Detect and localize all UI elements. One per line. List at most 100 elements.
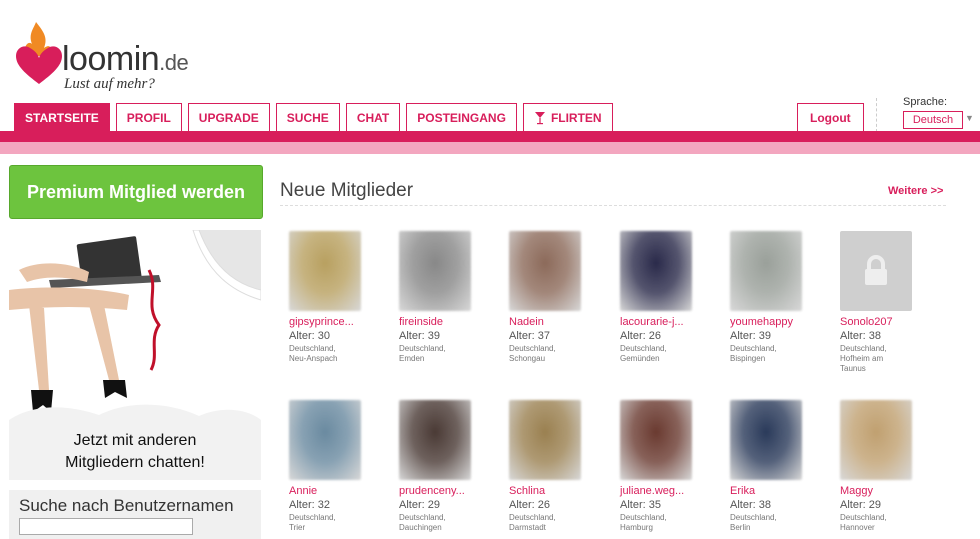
member-name[interactable]: Annie [289,485,394,497]
member-location-line: Deutschland, [509,344,556,353]
member-location-line: Deutschland, [730,344,777,353]
lock-icon [865,255,887,285]
member-name[interactable]: fireinside [399,316,504,328]
member-location-line: Trier [289,523,306,532]
promo-line-1: Jetzt mit anderen [73,432,197,449]
username-search-input[interactable] [19,518,193,535]
member-name[interactable]: prudenceny... [399,485,504,497]
member-location: Deutschland, Schongau [509,344,614,364]
member-location-line: Deutschland, [840,344,887,353]
member-location-line: Deutschland, [289,344,336,353]
member-name[interactable]: youmehappy [730,316,835,328]
member-location: Deutschland, Trier [289,513,394,533]
member-photo[interactable] [399,231,471,311]
member-photo[interactable] [399,400,471,480]
member-age: Alter: 39 [730,330,771,342]
member-photo[interactable] [730,231,802,311]
member-location-line: Neu-Anspach [289,354,338,363]
slogan: Lust auf mehr? [64,76,155,92]
promo-line-2: Mitgliedern chatten! [65,454,205,471]
search-title: Suche nach Benutzernamen [19,496,234,515]
member-location-line: Dauchingen [399,523,442,532]
member-location-line: Deutschland, [730,513,777,522]
main-nav: STARTSEITE PROFIL UPGRADE SUCHE CHAT POS… [14,103,613,131]
member-location-line: Deutschland, [399,344,446,353]
promo-text: Jetzt mit anderen Mitgliedern chatten! [9,430,261,474]
language-label: Sprache: [903,96,948,108]
tab-chat[interactable]: CHAT [345,103,401,131]
member-card[interactable]: Schlina Alter: 26 Deutschland, Darmstadt [509,400,614,533]
member-location-line: Deutschland, [840,513,887,522]
more-link[interactable]: Weitere >> [888,185,943,197]
member-location-line: Deutschland, [620,344,667,353]
member-location-line: Darmstadt [509,523,546,532]
tab-flirten-label: FLIRTEN [550,110,602,125]
member-location: Deutschland, Darmstadt [509,513,614,533]
member-name[interactable]: juliane.weg... [620,485,725,497]
tab-profil[interactable]: PROFIL [115,103,182,131]
flame-heart-icon [16,22,62,84]
tab-suche[interactable]: SUCHE [275,103,340,131]
member-location-line: Hannover [840,523,875,532]
tab-posteingang[interactable]: POSTEINGANG [406,103,517,131]
member-photo[interactable] [509,400,581,480]
member-card[interactable]: juliane.weg... Alter: 35 Deutschland, Hambu… [620,400,725,533]
member-age: Alter: 32 [289,499,330,511]
chat-promo-banner[interactable]: Jetzt mit anderen Mitgliedern chatten! [9,230,261,480]
username-search-box: Suche nach Benutzernamen [9,490,261,539]
member-photo[interactable] [289,231,361,311]
section-title: Neue Mitglieder [280,180,414,201]
member-location-line: Hofheim am [840,354,884,363]
member-location-line: Schongau [509,354,546,363]
member-photo[interactable] [730,400,802,480]
language-select[interactable]: Deutsch [903,111,963,129]
site-logo[interactable]: loomin.de Lust auf mehr? [14,18,214,96]
member-card[interactable]: lacourarie-j... Alter: 26 Deutschland, Gemü… [620,231,725,364]
member-location-line: Emden [399,354,425,363]
member-photo[interactable] [509,231,581,311]
member-location-line: Hamburg [620,523,653,532]
member-age: Alter: 29 [840,499,881,511]
member-name[interactable]: gipsyprince... [289,316,394,328]
member-age: Alter: 30 [289,330,330,342]
tab-upgrade[interactable]: UPGRADE [187,103,270,131]
member-location: Deutschland, Emden [399,344,504,364]
member-card[interactable]: Maggy Alter: 29 Deutschland, Hannover [840,400,945,533]
member-card[interactable]: Annie Alter: 32 Deutschland, Trier [289,400,394,533]
cocktail-icon [534,111,545,124]
member-name[interactable]: Sonolo207 [840,316,945,328]
member-photo[interactable] [840,400,912,480]
member-photo[interactable] [620,231,692,311]
section-divider [280,205,946,206]
member-age: Alter: 37 [509,330,550,342]
chevron-down-icon[interactable]: ▼ [965,113,974,123]
member-name[interactable]: Schlina [509,485,614,497]
member-card[interactable]: gipsyprince... Alter: 30 Deutschland, Neu-A… [289,231,394,364]
member-name[interactable]: Maggy [840,485,945,497]
member-name[interactable]: lacourarie-j... [620,316,725,328]
member-location-line: Deutschland, [289,513,336,522]
premium-button[interactable]: Premium Mitglied werden [9,165,263,219]
member-age: Alter: 26 [620,330,661,342]
brand-name: loomin.de [62,40,189,78]
member-age: Alter: 38 [730,499,771,511]
locked-photo[interactable] [840,231,912,311]
tab-startseite[interactable]: STARTSEITE [14,103,110,131]
member-location-line: Bispingen [730,354,766,363]
member-photo[interactable] [289,400,361,480]
member-card[interactable]: prudenceny... Alter: 29 Deutschland, Dauchi… [399,400,504,533]
member-location: Deutschland, Gemünden [620,344,725,364]
member-name[interactable]: Erika [730,485,835,497]
member-card[interactable]: Erika Alter: 38 Deutschland, Berlin [730,400,835,533]
member-age: Alter: 26 [509,499,550,511]
member-card[interactable]: Nadein Alter: 37 Deutschland, Schongau [509,231,614,364]
logout-button[interactable]: Logout [797,103,864,131]
member-location: Deutschland, Dauchingen [399,513,504,533]
member-location: Deutschland, Neu-Anspach [289,344,394,364]
member-photo[interactable] [620,400,692,480]
member-card[interactable]: youmehappy Alter: 39 Deutschland, Bispingen [730,231,835,364]
member-card[interactable]: Sonolo207 Alter: 38 Deutschland, Hofheim am… [840,231,945,374]
member-name[interactable]: Nadein [509,316,614,328]
member-card[interactable]: fireinside Alter: 39 Deutschland, Emden [399,231,504,364]
tab-flirten[interactable]: FLIRTEN [522,103,613,131]
